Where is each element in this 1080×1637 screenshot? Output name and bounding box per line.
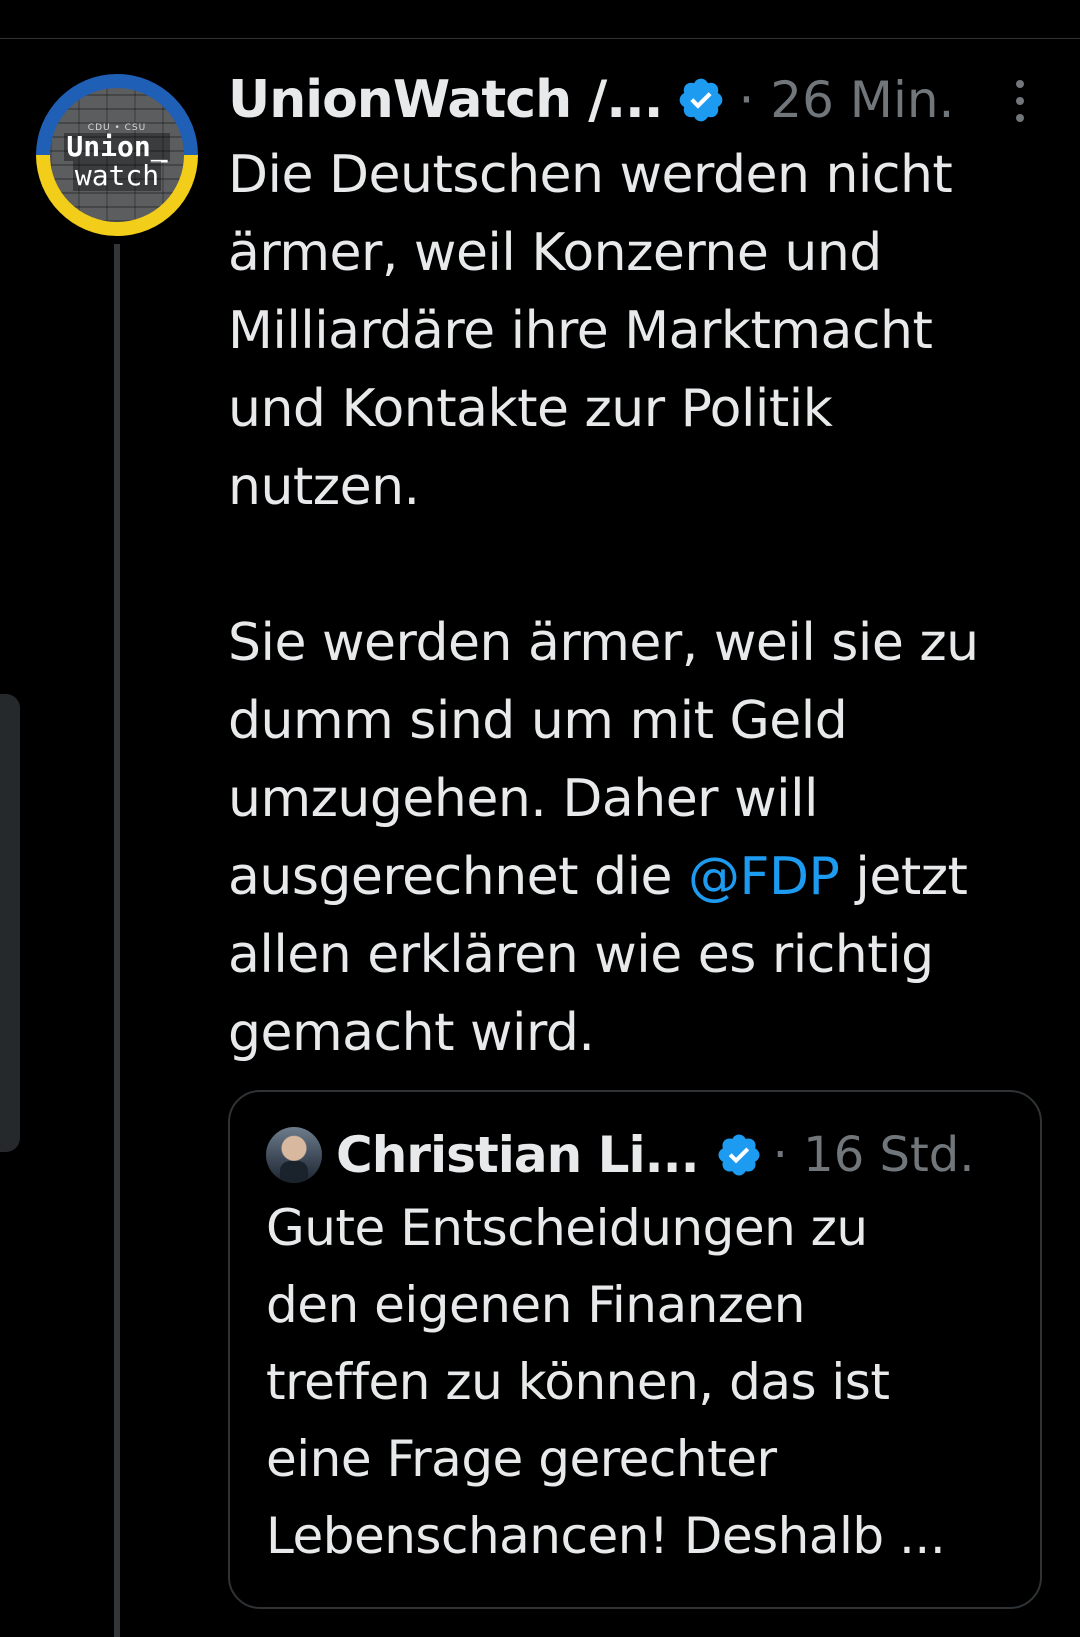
author-name[interactable]: UnionWatch /... — [228, 70, 663, 130]
separator-dot: · — [738, 71, 755, 129]
more-vertical-icon[interactable] — [1006, 80, 1034, 122]
quote-line: eine Frage gerechter — [266, 1430, 777, 1488]
tweet-line: umzugehen. Daher will — [228, 769, 818, 829]
quote-line: treffen zu können, das ist — [266, 1353, 890, 1411]
mention-before: ausgerechnet die — [228, 847, 689, 907]
tweet-line-with-mention: ausgerechnet die @FDP jetzt — [228, 838, 1028, 916]
quote-line: Gute Entscheidungen zu — [266, 1199, 868, 1257]
tweet-line: ärmer, weil Konzerne und — [228, 223, 882, 283]
avatar-line1: Union_ — [64, 130, 170, 163]
separator-dot: · — [772, 1127, 788, 1183]
quote-author-name[interactable]: Christian Li... — [336, 1126, 700, 1184]
verified-badge-icon — [718, 1134, 760, 1176]
quote-time: 16 Std. — [803, 1127, 975, 1183]
quote-line: Lebenschancen! Deshalb ... — [266, 1507, 946, 1565]
quote-line: den eigenen Finanzen — [266, 1276, 806, 1334]
tweet-time[interactable]: 26 Min. — [770, 71, 954, 129]
tweet-line: Die Deutschen werden nicht — [228, 145, 953, 205]
tweet-line: Milliardäre ihre Marktmacht — [228, 301, 933, 361]
tweet-line: gemacht wird. — [228, 1003, 595, 1063]
quote-author-avatar[interactable] — [266, 1127, 322, 1183]
avatar-logo: CDU • CSU Union_ watch — [50, 88, 184, 222]
tweet-line: und Kontakte zur Politik — [228, 379, 833, 439]
scroll-handle[interactable] — [0, 694, 20, 1152]
tweet-line: allen erklären wie es richtig — [228, 925, 934, 985]
avatar-line2: watch — [72, 159, 162, 192]
tweet-meta: · 26 Min. — [738, 71, 954, 129]
quoted-tweet-card[interactable]: Christian Li... · 16 Std. Gute Entscheid… — [228, 1090, 1042, 1609]
quote-meta: · 16 Std. — [773, 1127, 975, 1183]
author-avatar[interactable]: CDU • CSU Union_ watch — [36, 74, 198, 236]
top-divider — [0, 38, 1080, 39]
thread-connector-line — [114, 244, 120, 1637]
tweet-line: dumm sind um mit Geld — [228, 691, 848, 751]
quote-header: Christian Li... · 16 Std. — [266, 1122, 975, 1188]
mention-link[interactable]: @FDP — [688, 847, 840, 907]
tweet-header: UnionWatch /... · 26 Min. — [228, 64, 954, 136]
mention-after: jetzt — [839, 847, 968, 907]
tweet-line: nutzen. — [228, 457, 420, 517]
tweet-text: Die Deutschen werden nicht ärmer, weil K… — [228, 136, 1028, 1072]
tweet-line: Sie werden ärmer, weil sie zu — [228, 613, 979, 673]
quote-text: Gute Entscheidungen zu den eigenen Finan… — [266, 1190, 1016, 1575]
verified-badge-icon — [680, 78, 723, 122]
